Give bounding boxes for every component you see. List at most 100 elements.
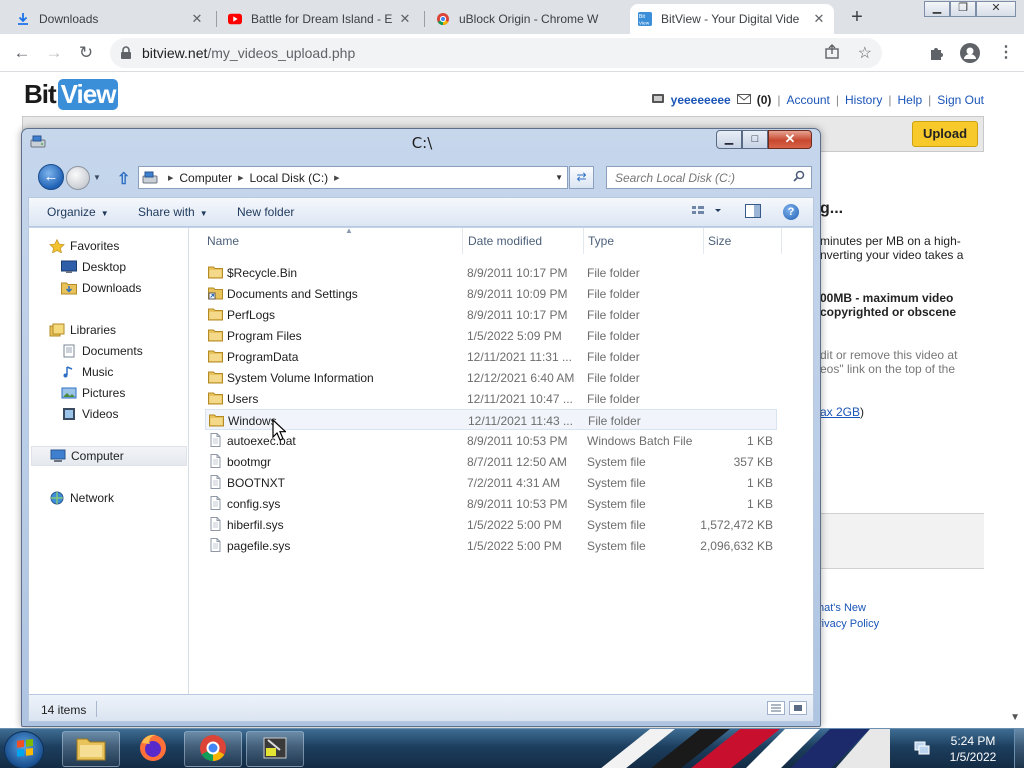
recent-pages-dropdown-icon[interactable]: ▼ — [93, 173, 101, 182]
nav-downloads[interactable]: Downloads — [61, 278, 141, 298]
tab-downloads[interactable]: Downloads ✕ — [8, 4, 212, 34]
downloads-folder-icon — [61, 281, 77, 295]
nav-computer[interactable]: Computer — [31, 446, 187, 466]
forward-arrow-icon[interactable] — [66, 166, 90, 190]
search-icon[interactable] — [793, 170, 805, 185]
breadcrumb-arrow-icon[interactable]: ▶ — [238, 174, 243, 182]
search-input[interactable]: Search Local Disk (C:) — [606, 166, 812, 189]
account-link[interactable]: Account — [787, 93, 830, 107]
column-header-type[interactable]: Type — [588, 228, 704, 254]
back-button[interactable]: ← — [10, 41, 34, 65]
file-row[interactable]: Program Files 1/5/2022 5:09 PM File folder — [205, 325, 777, 346]
show-desktop-button[interactable] — [1014, 729, 1024, 768]
inbox-count[interactable]: (0) — [757, 93, 772, 107]
taskbar-app-button[interactable] — [246, 731, 304, 767]
breadcrumb-local-disk[interactable]: Local Disk (C:) — [249, 171, 328, 185]
tab-title: uBlock Origin - Chrome W — [459, 12, 599, 26]
help-link[interactable]: Help — [897, 93, 922, 107]
file-row[interactable]: hiberfil.sys 1/5/2022 5:00 PM System file 1… — [205, 514, 777, 535]
explorer-address-bar[interactable]: ▶ Computer ▶ Local Disk (C:) ▶ ▼ — [138, 166, 568, 189]
details-view-icon[interactable] — [767, 701, 785, 715]
download-icon — [16, 12, 30, 26]
taskbar-explorer-button[interactable] — [62, 731, 120, 767]
file-row[interactable]: ProgramData 12/11/2021 11:31 ... File fold… — [205, 346, 777, 367]
column-header-size[interactable]: Size — [708, 228, 782, 254]
file-row[interactable]: autoexec.bat 8/9/2011 10:53 PM Windows Bat… — [205, 430, 777, 451]
file-size: 1,572,472 KB — [700, 518, 773, 532]
organize-button[interactable]: Organize ▼ — [47, 205, 109, 219]
minimize-window-button[interactable]: ▁ — [924, 1, 950, 17]
nav-documents[interactable]: Documents — [61, 341, 143, 361]
file-date-modified: 12/11/2021 11:31 ... — [467, 350, 572, 364]
column-header-date[interactable]: Date modified — [468, 228, 584, 254]
up-level-icon[interactable]: ⇧ — [117, 169, 130, 189]
scroll-down-arrow-icon[interactable]: ▼ — [1010, 712, 1020, 723]
file-row[interactable]: config.sys 8/9/2011 10:53 PM System file 1 … — [205, 493, 777, 514]
nav-desktop[interactable]: Desktop — [61, 257, 126, 277]
help-icon[interactable]: ? — [783, 204, 799, 220]
tab-bitview[interactable]: Bit View BitView - Your Digital Vide ✕ — [630, 4, 834, 34]
share-with-button[interactable]: Share with ▼ — [138, 205, 208, 219]
breadcrumb-arrow-icon[interactable]: ▶ — [168, 174, 173, 182]
privacy-policy-link[interactable]: rivacy Policy — [818, 618, 879, 630]
nav-libraries[interactable]: Libraries — [49, 320, 116, 340]
nav-music[interactable]: Music — [61, 362, 113, 382]
nav-favorites[interactable]: Favorites — [49, 236, 119, 256]
large-icons-view-icon[interactable] — [789, 701, 807, 715]
nav-pictures[interactable]: Pictures — [61, 383, 125, 403]
history-link[interactable]: History — [845, 93, 882, 107]
preview-pane-icon[interactable] — [745, 204, 761, 220]
close-tab-icon[interactable]: ✕ — [190, 11, 204, 27]
address-bar[interactable]: bitview.net/my_videos_upload.php ☆ — [110, 38, 882, 68]
back-arrow-icon[interactable]: ← — [38, 164, 64, 190]
reload-button[interactable]: ↻ — [74, 41, 98, 65]
file-row[interactable]: PerfLogs 8/9/2011 10:17 PM File folder — [205, 304, 777, 325]
nav-network[interactable]: Network — [49, 488, 114, 508]
nav-label: Libraries — [70, 323, 117, 337]
taskbar-chrome-button[interactable] — [184, 731, 242, 767]
whats-new-link[interactable]: hat's New — [818, 602, 866, 614]
upload-button[interactable]: Upload — [912, 121, 978, 147]
maximize-window-button[interactable]: ❐ — [950, 1, 976, 17]
change-view-icon[interactable] — [691, 204, 721, 220]
tab-bfdi[interactable]: Battle for Dream Island - E ✕ — [220, 4, 420, 34]
new-tab-button[interactable]: + — [846, 6, 868, 28]
close-tab-icon[interactable]: ✕ — [398, 11, 412, 27]
start-button[interactable] — [4, 731, 44, 768]
file-row[interactable]: bootmgr 8/7/2011 12:50 AM System file 357 K… — [205, 451, 777, 472]
forward-button[interactable]: → — [42, 41, 66, 65]
bookmark-star-icon[interactable]: ☆ — [858, 43, 872, 63]
taskbar-clock[interactable]: 5:24 PM 1/5/2022 — [934, 733, 1012, 765]
bitview-icon: Bit View — [638, 12, 652, 26]
close-window-button[interactable]: ✕ — [976, 1, 1016, 17]
network-tray-icon[interactable] — [914, 741, 930, 755]
file-row[interactable]: BOOTNXT 7/2/2011 4:31 AM System file 1 KB — [205, 472, 777, 493]
username-link[interactable]: yeeeeeeee — [671, 93, 731, 107]
nav-videos[interactable]: Videos — [61, 404, 118, 424]
file-row[interactable]: Documents and Settings 8/9/2011 10:09 PM F… — [205, 283, 777, 304]
extensions-icon[interactable] — [928, 44, 946, 65]
bitview-logo[interactable]: Bit View — [24, 78, 119, 110]
taskbar-firefox-button[interactable] — [124, 731, 182, 767]
file-row[interactable]: Users 12/11/2021 10:47 ... File folder — [205, 388, 777, 409]
menu-kebab-icon[interactable]: ⋮ — [998, 42, 1014, 62]
explorer-minimize-button[interactable]: ▁ — [716, 130, 742, 149]
explorer-close-button[interactable]: ✕ — [768, 130, 812, 149]
column-header-name[interactable]: ▲ Name — [207, 226, 463, 254]
breadcrumb-computer[interactable]: Computer — [179, 171, 232, 185]
sign-out-link[interactable]: Sign Out — [937, 93, 984, 107]
profile-avatar-icon[interactable] — [960, 43, 980, 66]
max-size-link[interactable]: ax 2GB — [820, 405, 860, 419]
file-row[interactable]: System Volume Information 12/12/2021 6:40… — [205, 367, 777, 388]
file-row[interactable]: Windows 12/11/2021 11:43 ... File folder — [205, 409, 777, 430]
share-icon[interactable] — [824, 44, 840, 63]
file-row[interactable]: $Recycle.Bin 8/9/2011 10:17 PM File folder — [205, 262, 777, 283]
file-row[interactable]: pagefile.sys 1/5/2022 5:00 PM System file 2… — [205, 535, 777, 556]
new-folder-button[interactable]: New folder — [237, 205, 294, 219]
refresh-icon[interactable]: ⇄ — [569, 166, 594, 189]
breadcrumb-arrow-icon[interactable]: ▶ — [334, 174, 339, 182]
close-tab-icon[interactable]: ✕ — [812, 11, 826, 27]
tab-ublock[interactable]: uBlock Origin - Chrome W — [428, 4, 624, 34]
explorer-maximize-button[interactable]: □ — [742, 130, 768, 149]
address-history-dropdown-icon[interactable]: ▼ — [555, 173, 563, 182]
